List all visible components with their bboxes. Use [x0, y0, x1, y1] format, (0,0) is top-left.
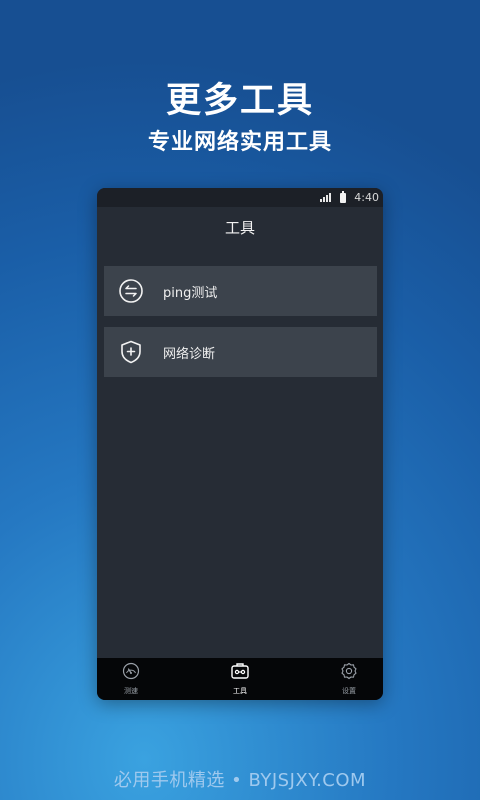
gear-icon	[340, 662, 358, 684]
page-title: 工具	[224, 219, 255, 237]
battery-icon	[340, 190, 347, 203]
watermark: 必用手机精选 • BYJSJXY.COM	[113, 770, 367, 791]
nav-label: 测速	[124, 687, 138, 695]
speedometer-icon	[122, 662, 140, 684]
phone-frame: 4:40 工具 ping测试 网络诊断 测速 工具 设置	[97, 188, 383, 700]
headline: 更多工具	[165, 81, 314, 121]
nav-item-settings[interactable]: 设置	[315, 662, 383, 696]
bottom-nav: 测速 工具 设置	[97, 658, 383, 700]
nav-label: 工具	[233, 687, 247, 695]
status-bar: 4:40	[97, 188, 383, 207]
shield-plus-icon	[118, 339, 144, 365]
tool-label: 网络诊断	[163, 346, 216, 362]
nav-item-tools[interactable]: 工具	[206, 662, 274, 696]
signal-icon	[320, 193, 332, 202]
toolbox-icon	[230, 662, 250, 684]
subheadline: 专业网络实用工具	[147, 130, 332, 155]
exchange-arrows-icon	[118, 278, 144, 304]
tool-item-ping[interactable]: ping测试	[104, 266, 377, 316]
nav-item-speedtest[interactable]: 测速	[97, 662, 165, 696]
nav-label: 设置	[342, 687, 356, 695]
tool-item-network-diagnosis[interactable]: 网络诊断	[104, 327, 377, 377]
status-clock: 4:40	[354, 191, 379, 204]
tool-label: ping测试	[163, 285, 218, 301]
